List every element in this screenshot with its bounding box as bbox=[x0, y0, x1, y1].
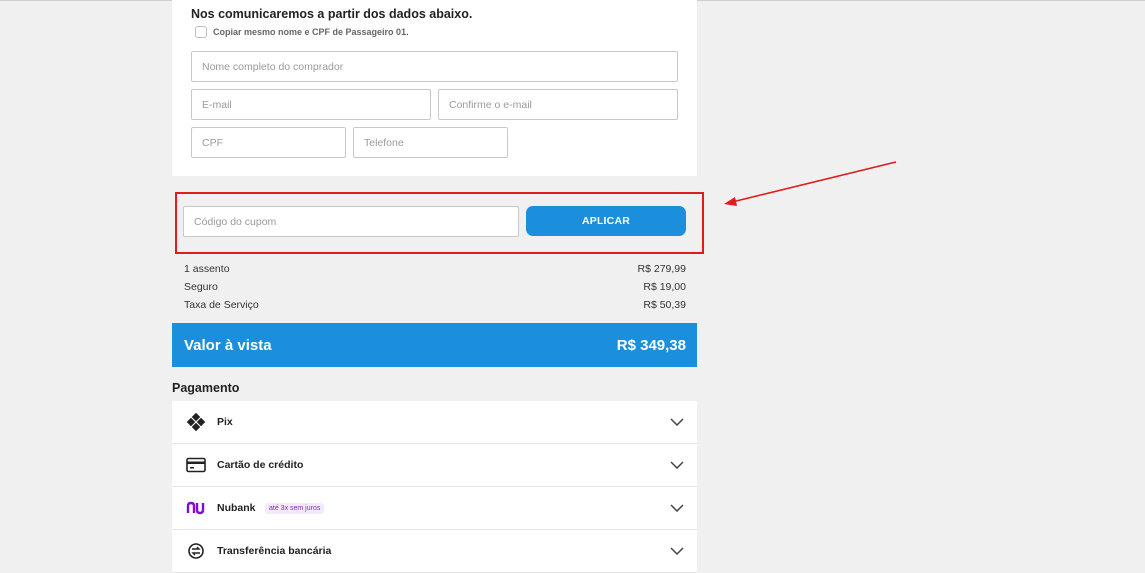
pix-icon bbox=[185, 412, 207, 432]
copy-passenger-checkbox[interactable] bbox=[195, 26, 207, 38]
payment-method-nubank[interactable]: Nubank até 3x sem juros bbox=[172, 487, 697, 530]
payment-methods-list: Pix Cartão de crédito Nubank até 3x sem … bbox=[172, 401, 697, 573]
copy-passenger-row[interactable]: Copiar mesmo nome e CPF de Passageiro 01… bbox=[195, 26, 409, 38]
payment-method-label: Transferência bancária bbox=[217, 545, 332, 557]
chevron-down-icon[interactable] bbox=[670, 504, 684, 512]
payment-method-pix[interactable]: Pix bbox=[172, 401, 697, 444]
summary-row: Taxa de Serviço R$ 50,39 bbox=[184, 299, 686, 311]
cpf-input[interactable] bbox=[191, 127, 346, 158]
payment-method-label: Pix bbox=[217, 416, 233, 428]
payment-method-label: Nubank bbox=[217, 502, 256, 514]
total-label: Valor à vista bbox=[184, 336, 272, 354]
payment-method-credit-card[interactable]: Cartão de crédito bbox=[172, 444, 697, 487]
buyer-section-title: Nos comunicaremos a partir dos dados aba… bbox=[191, 7, 473, 21]
summary-row-value: R$ 19,00 bbox=[643, 281, 686, 293]
chevron-down-icon[interactable] bbox=[670, 418, 684, 426]
apply-coupon-button[interactable]: APLICAR bbox=[526, 206, 686, 236]
phone-input[interactable] bbox=[353, 127, 508, 158]
summary-row-label: 1 assento bbox=[184, 263, 230, 275]
credit-card-icon bbox=[185, 456, 207, 474]
email-input[interactable] bbox=[191, 89, 431, 120]
nubank-icon bbox=[185, 499, 207, 517]
summary-row: 1 assento R$ 279,99 bbox=[184, 263, 686, 275]
summary-row-value: R$ 279,99 bbox=[637, 263, 686, 275]
copy-passenger-label: Copiar mesmo nome e CPF de Passageiro 01… bbox=[213, 27, 409, 37]
summary-row-label: Seguro bbox=[184, 281, 218, 293]
buyer-info-card: Nos comunicaremos a partir dos dados aba… bbox=[172, 0, 697, 176]
payment-method-bank-transfer[interactable]: Transferência bancária bbox=[172, 530, 697, 573]
full-name-input[interactable] bbox=[191, 51, 678, 82]
summary-row-value: R$ 50,39 bbox=[643, 299, 686, 311]
payment-method-label: Cartão de crédito bbox=[217, 459, 304, 471]
coupon-code-input[interactable] bbox=[183, 206, 519, 237]
email-confirm-input[interactable] bbox=[438, 89, 678, 120]
installments-badge: até 3x sem juros bbox=[265, 502, 325, 514]
bank-transfer-icon bbox=[185, 542, 207, 560]
payment-title: Pagamento bbox=[172, 381, 240, 395]
total-bar: Valor à vista R$ 349,38 bbox=[172, 323, 697, 367]
chevron-down-icon[interactable] bbox=[670, 461, 684, 469]
summary-row-label: Taxa de Serviço bbox=[184, 299, 259, 311]
annotation-arrow-icon bbox=[724, 161, 897, 206]
total-value: R$ 349,38 bbox=[616, 336, 686, 354]
summary-row: Seguro R$ 19,00 bbox=[184, 281, 686, 293]
